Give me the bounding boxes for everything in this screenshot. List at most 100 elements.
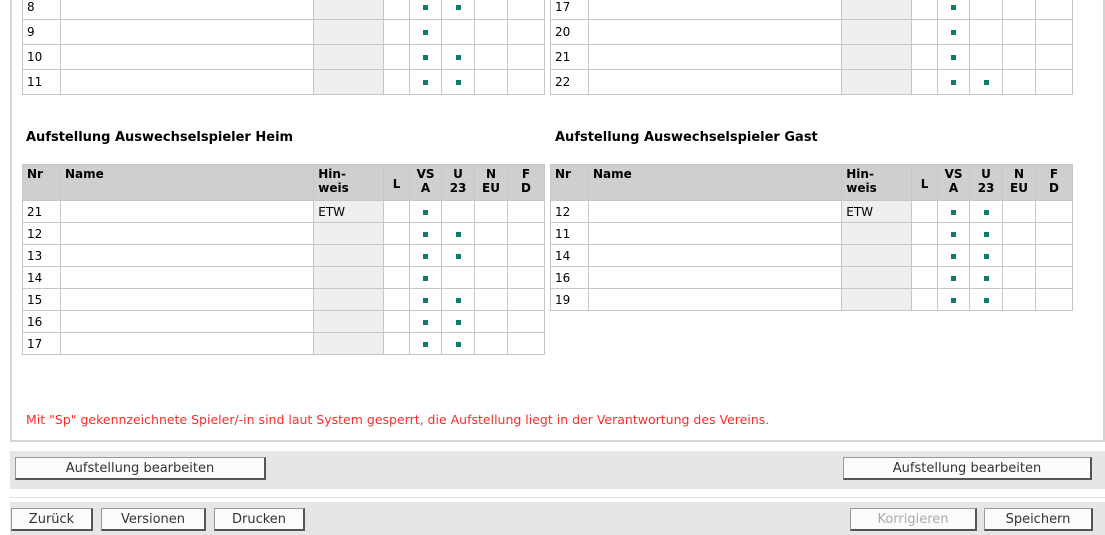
- action-button-bar: Zurück Versionen Drucken Korrigieren Spe…: [10, 502, 1105, 535]
- redacted-name: [64, 334, 310, 354]
- row-vsa: [409, 200, 443, 223]
- row-l: [911, 69, 939, 95]
- table-row: 21 ETW: [22, 200, 545, 223]
- row-name: [59, 69, 315, 95]
- edit-lineup-heim-button[interactable]: Aufstellung bearbeiten: [15, 457, 266, 480]
- row-neu: [1002, 244, 1036, 267]
- row-l: [383, 288, 411, 311]
- back-button[interactable]: Zurück: [11, 508, 93, 531]
- col-nr: Nr: [550, 164, 589, 201]
- row-fd: [1035, 0, 1073, 20]
- marker-icon: [423, 341, 429, 347]
- redacted-name: [592, 246, 838, 266]
- row-neu: [474, 332, 508, 355]
- marker-icon: [455, 80, 461, 85]
- row-fd: [507, 332, 545, 355]
- row-neu: [474, 244, 508, 267]
- row-u23: [441, 310, 476, 333]
- marker-icon: [983, 297, 989, 303]
- save-button[interactable]: Speichern: [984, 508, 1093, 531]
- redacted-name: [64, 202, 310, 222]
- row-vsa: [409, 222, 443, 245]
- row-u23: [441, 0, 476, 20]
- table-row: 16: [22, 310, 545, 333]
- row-u23: [969, 244, 1004, 267]
- row-name: [59, 244, 315, 267]
- marker-icon: [951, 30, 957, 35]
- table-row: 14: [22, 266, 545, 289]
- subs-heim-header: Nr Name Hin-weis L VS A U 23 N EU FD: [22, 164, 545, 201]
- table-row: 12: [22, 222, 545, 245]
- row-u23: [441, 266, 476, 289]
- row-neu: [474, 266, 508, 289]
- row-neu: [474, 0, 508, 20]
- table-row: 14: [550, 244, 1073, 267]
- col-neu: N EU: [474, 164, 508, 201]
- row-neu: [474, 200, 508, 223]
- row-hinweis: [313, 19, 385, 45]
- redacted-name: [64, 290, 310, 310]
- row-nr: 19: [550, 288, 589, 311]
- marker-icon: [951, 297, 957, 303]
- table-row: 13: [22, 244, 545, 267]
- row-nr: 13: [22, 244, 61, 267]
- row-vsa: [937, 44, 971, 70]
- redacted-name: [64, 224, 310, 244]
- print-button[interactable]: Drucken: [214, 508, 305, 531]
- row-name: [587, 0, 843, 20]
- row-u23: [441, 244, 476, 267]
- row-neu: [474, 19, 508, 45]
- col-l: L: [383, 164, 411, 201]
- row-l: [911, 19, 939, 45]
- col-fd: FD: [1035, 164, 1073, 201]
- row-vsa: [409, 332, 443, 355]
- col-hinweis: Hin-weis: [841, 164, 913, 201]
- col-u23: U 23: [441, 164, 476, 201]
- col-fd: FD: [507, 164, 545, 201]
- col-u23: U 23: [969, 164, 1004, 201]
- marker-icon: [951, 275, 957, 281]
- row-vsa: [409, 244, 443, 267]
- marker-icon: [951, 80, 957, 85]
- marker-icon: [983, 253, 989, 259]
- row-fd: [1035, 288, 1073, 311]
- row-l: [911, 244, 939, 267]
- row-l: [383, 266, 411, 289]
- row-hinweis: [313, 332, 385, 355]
- row-u23: [969, 222, 1004, 245]
- row-fd: [507, 244, 545, 267]
- row-l: [911, 200, 939, 223]
- correct-button[interactable]: Korrigieren: [850, 508, 977, 531]
- row-vsa: [937, 200, 971, 223]
- redacted-name: [64, 268, 310, 288]
- row-name: [587, 288, 843, 311]
- row-fd: [1035, 69, 1073, 95]
- gast-subs-title: Aufstellung Auswechselspieler Gast: [555, 130, 818, 145]
- row-vsa: [937, 0, 971, 20]
- row-nr: 17: [550, 0, 589, 20]
- row-fd: [507, 310, 545, 333]
- row-name: [59, 288, 315, 311]
- row-name: [59, 0, 315, 20]
- marker-icon: [455, 55, 461, 60]
- row-hinweis: [841, 19, 913, 45]
- row-name: [587, 19, 843, 45]
- row-fd: [507, 19, 545, 45]
- redacted-name: [592, 268, 838, 288]
- row-vsa: [409, 0, 443, 20]
- edit-lineup-gast-button[interactable]: Aufstellung bearbeiten: [843, 457, 1092, 480]
- table-row: 15: [22, 288, 545, 311]
- row-name: [587, 44, 843, 70]
- redacted-name: [64, 21, 310, 44]
- row-u23: [969, 44, 1004, 70]
- row-hinweis: ETW: [313, 200, 385, 223]
- redacted-name: [592, 46, 838, 69]
- versions-button[interactable]: Versionen: [101, 508, 206, 531]
- heim-subs-title: Aufstellung Auswechselspieler Heim: [26, 130, 294, 145]
- table-row: 19: [550, 288, 1073, 311]
- table-row: 17: [22, 332, 545, 355]
- row-hinweis: [313, 69, 385, 95]
- row-l: [383, 200, 411, 223]
- marker-icon: [455, 253, 461, 259]
- row-name: [587, 69, 843, 95]
